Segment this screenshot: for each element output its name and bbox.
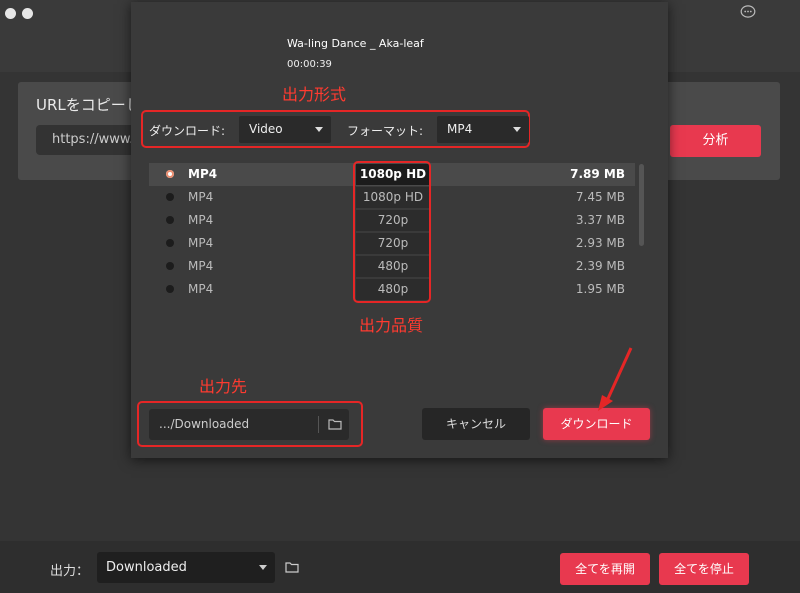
window-close-dot[interactable] bbox=[5, 8, 16, 19]
analyze-button[interactable]: 分析 bbox=[670, 125, 761, 157]
output-label: 出力： bbox=[50, 564, 90, 579]
row-size: 1.95 MB bbox=[575, 282, 625, 296]
output-folder-value: Downloaded bbox=[106, 560, 187, 575]
annotation-output-quality: 出力品質 bbox=[359, 316, 424, 335]
annotation-box-quality bbox=[353, 161, 431, 303]
output-folder-select[interactable]: Downloaded bbox=[97, 552, 275, 583]
folder-icon[interactable] bbox=[285, 561, 299, 573]
chevron-down-icon bbox=[315, 127, 323, 132]
row-format: MP4 bbox=[188, 236, 214, 250]
download-type-select[interactable]: Video bbox=[239, 116, 331, 143]
radio-button[interactable] bbox=[166, 170, 174, 178]
radio-button[interactable] bbox=[166, 262, 174, 270]
annotation-output-format: 出力形式 bbox=[282, 85, 347, 104]
radio-button[interactable] bbox=[166, 193, 174, 201]
row-format: MP4 bbox=[188, 213, 214, 227]
folder-icon[interactable] bbox=[328, 418, 342, 430]
row-size: 2.93 MB bbox=[575, 236, 625, 250]
download-dialog: Wa-ling Dance _ Aka-leaf 00:00:39 出力形式 ダ… bbox=[131, 2, 668, 458]
row-format: MP4 bbox=[188, 167, 218, 181]
row-format: MP4 bbox=[188, 259, 214, 273]
chat-bubble-icon[interactable] bbox=[740, 5, 756, 19]
url-instruction: URLをコピーし bbox=[36, 96, 141, 114]
row-size: 7.89 MB bbox=[570, 167, 625, 181]
video-title: Wa-ling Dance _ Aka-leaf bbox=[287, 37, 424, 50]
download-type-value: Video bbox=[249, 122, 283, 136]
resume-all-button[interactable]: 全てを再開 bbox=[560, 553, 650, 585]
video-duration: 00:00:39 bbox=[287, 59, 332, 70]
stop-all-button[interactable]: 全てを停止 bbox=[659, 553, 749, 585]
path-divider bbox=[318, 416, 319, 433]
radio-button[interactable] bbox=[166, 216, 174, 224]
chevron-down-icon bbox=[513, 127, 521, 132]
radio-button[interactable] bbox=[166, 285, 174, 293]
format-select[interactable]: MP4 bbox=[437, 116, 529, 143]
annotation-arrow-icon bbox=[598, 347, 633, 411]
bottom-bar: 出力： Downloaded 全てを再開 全てを停止 bbox=[0, 541, 800, 593]
annotation-output-destination: 出力先 bbox=[199, 377, 248, 396]
row-format: MP4 bbox=[188, 190, 214, 204]
row-size: 3.37 MB bbox=[575, 213, 625, 227]
row-format: MP4 bbox=[188, 282, 214, 296]
row-size: 2.39 MB bbox=[575, 259, 625, 273]
window-minimize-dot[interactable] bbox=[22, 8, 33, 19]
radio-button[interactable] bbox=[166, 239, 174, 247]
destination-path-field[interactable]: .../Downloaded bbox=[149, 409, 349, 440]
download-type-label: ダウンロード: bbox=[149, 124, 226, 138]
format-value: MP4 bbox=[447, 122, 473, 136]
cancel-button[interactable]: キャンセル bbox=[422, 408, 530, 440]
chevron-down-icon bbox=[259, 565, 267, 570]
list-scrollbar[interactable] bbox=[639, 164, 644, 246]
format-label: フォーマット: bbox=[347, 124, 424, 138]
row-size: 7.45 MB bbox=[575, 190, 625, 204]
